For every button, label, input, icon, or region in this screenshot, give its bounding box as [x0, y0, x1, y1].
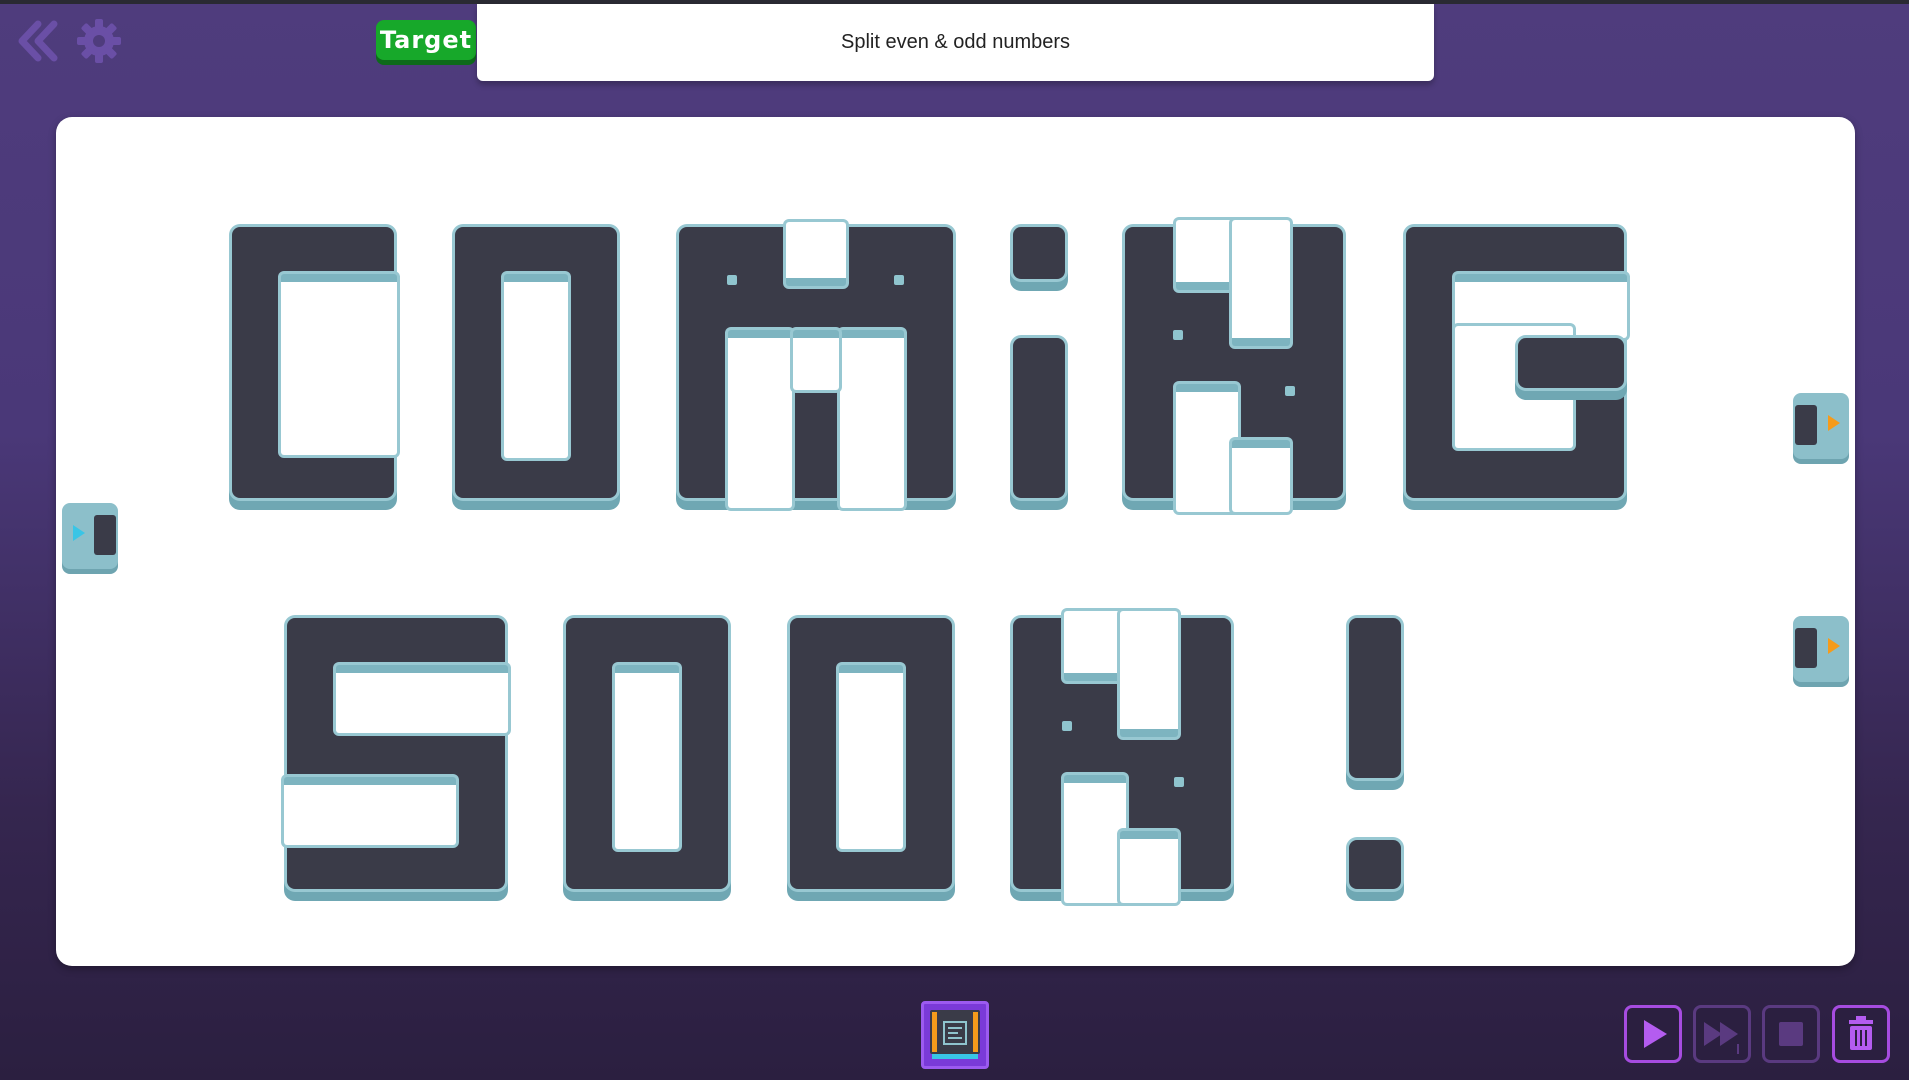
- trash-icon: [1849, 1016, 1873, 1050]
- output-slot: [1795, 405, 1817, 445]
- chip-inventory-item[interactable]: [921, 1001, 989, 1069]
- fast-forward-icon: [1704, 1022, 1739, 1054]
- fast-forward-button[interactable]: [1693, 1005, 1751, 1063]
- target-button[interactable]: Target: [376, 20, 476, 60]
- output-arrow-icon: [1828, 415, 1840, 431]
- back-icon[interactable]: [14, 16, 64, 66]
- task-description: Split even & odd numbers: [477, 4, 1434, 81]
- game-board: [56, 117, 1855, 966]
- chip-icon: [930, 1010, 980, 1059]
- output-arrow-icon: [1828, 638, 1840, 654]
- output-port-bottom: [1793, 616, 1849, 682]
- input-arrow-icon: [73, 525, 85, 541]
- output-slot: [1795, 628, 1817, 668]
- play-icon: [1644, 1020, 1667, 1048]
- input-port: [62, 503, 118, 569]
- input-slot: [94, 515, 116, 555]
- stop-icon: [1779, 1022, 1803, 1046]
- trash-button[interactable]: [1832, 1005, 1890, 1063]
- play-button[interactable]: [1624, 1005, 1682, 1063]
- output-port-top: [1793, 393, 1849, 459]
- stop-button[interactable]: [1762, 1005, 1820, 1063]
- task-text: Split even & odd numbers: [840, 31, 1071, 53]
- gear-icon[interactable]: [74, 16, 124, 66]
